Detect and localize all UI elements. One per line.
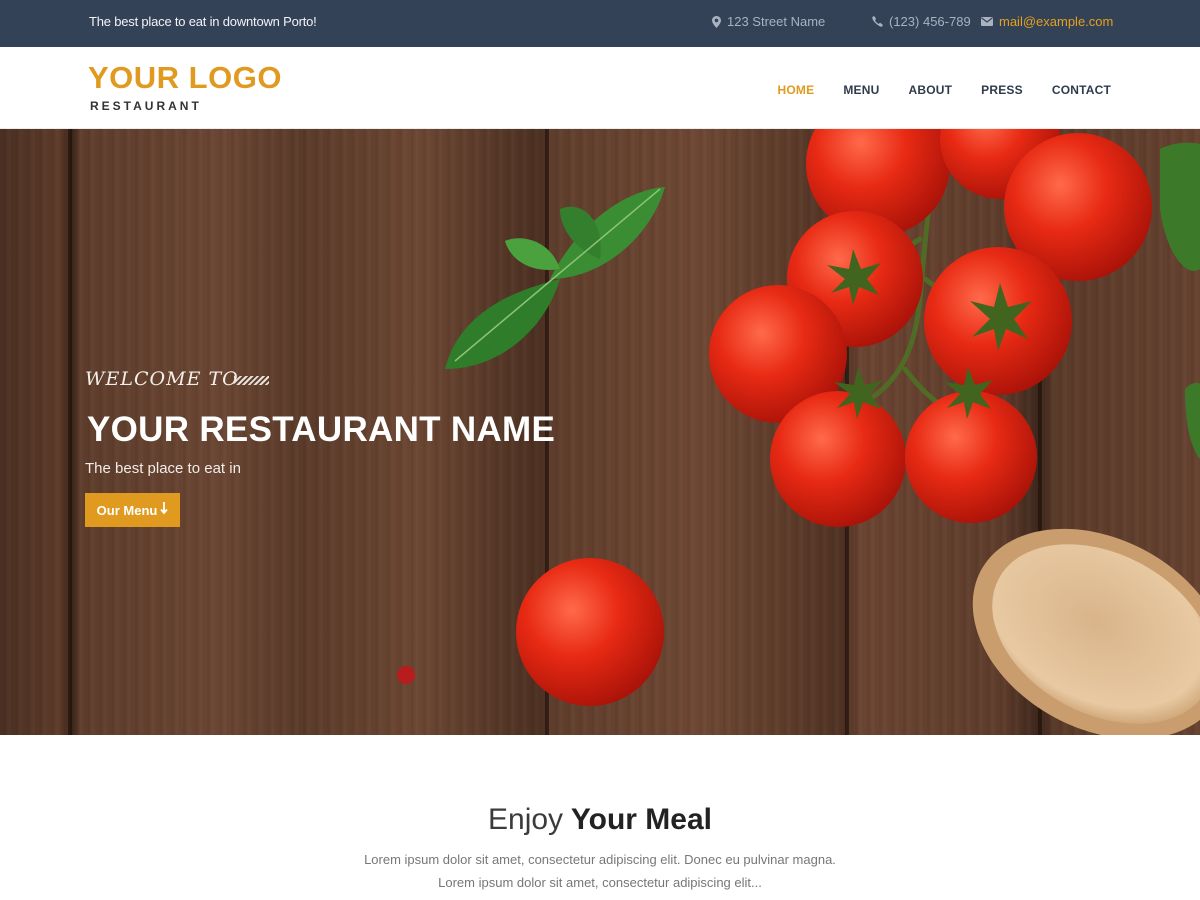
nav-item-home[interactable]: HOME xyxy=(778,83,815,97)
section-title: Enjoy Your Meal xyxy=(0,803,1200,837)
address-info: 123 Street Name xyxy=(712,14,825,29)
section-text-line-2: Lorem ipsum dolor sit amet, consectetur … xyxy=(438,875,762,890)
pepper-edge xyxy=(1160,142,1200,271)
email-link[interactable]: mail@example.com xyxy=(999,14,1113,29)
section-title-light: Enjoy xyxy=(488,803,564,836)
envelope-icon xyxy=(981,17,993,26)
wooden-spoon xyxy=(972,528,1200,735)
section-title-bold: Your Meal xyxy=(570,803,712,836)
nav-item-about[interactable]: ABOUT xyxy=(908,83,952,97)
our-menu-button-label: Our Menu xyxy=(96,502,158,518)
section-text-line-1: Lorem ipsum dolor sit amet, consectetur … xyxy=(364,852,836,867)
peppercorn xyxy=(397,666,415,684)
phone-icon xyxy=(872,16,883,27)
arrow-down-icon xyxy=(160,502,169,518)
address-text: 123 Street Name xyxy=(727,14,826,29)
hero-subtitle: The best place to eat in xyxy=(85,460,241,477)
welcome-decoration xyxy=(234,376,269,385)
map-marker-icon xyxy=(712,15,721,28)
hero-banner: WELCOME TO YOUR RESTAURANT NAME The best… xyxy=(0,129,1200,735)
site-header: YOUR LOGO RESTAURANT HOME MENU ABOUT PRE… xyxy=(0,47,1200,129)
basil-leaves xyxy=(445,187,665,369)
top-info-bar: The best place to eat in downtown Porto!… xyxy=(0,0,1200,47)
welcome-text: WELCOME TO xyxy=(85,368,239,390)
phone-text: (123) 456-789 xyxy=(889,14,971,29)
nav-item-contact[interactable]: CONTACT xyxy=(1052,83,1111,97)
tagline: The best place to eat in downtown Porto! xyxy=(89,14,317,29)
phone-info: (123) 456-789 xyxy=(872,14,971,29)
hero-title: YOUR RESTAURANT NAME xyxy=(87,410,556,449)
logo-title: YOUR LOGO xyxy=(88,60,282,95)
email-info: mail@example.com xyxy=(981,14,1113,29)
nav-item-press[interactable]: PRESS xyxy=(981,83,1023,97)
pepper-edge xyxy=(1185,382,1200,459)
nav-item-menu[interactable]: MENU xyxy=(843,83,879,97)
our-menu-button[interactable]: Our Menu xyxy=(85,493,180,527)
main-nav: HOME MENU ABOUT PRESS CONTACT xyxy=(778,83,1111,97)
logo-subtitle: RESTAURANT xyxy=(90,99,202,113)
